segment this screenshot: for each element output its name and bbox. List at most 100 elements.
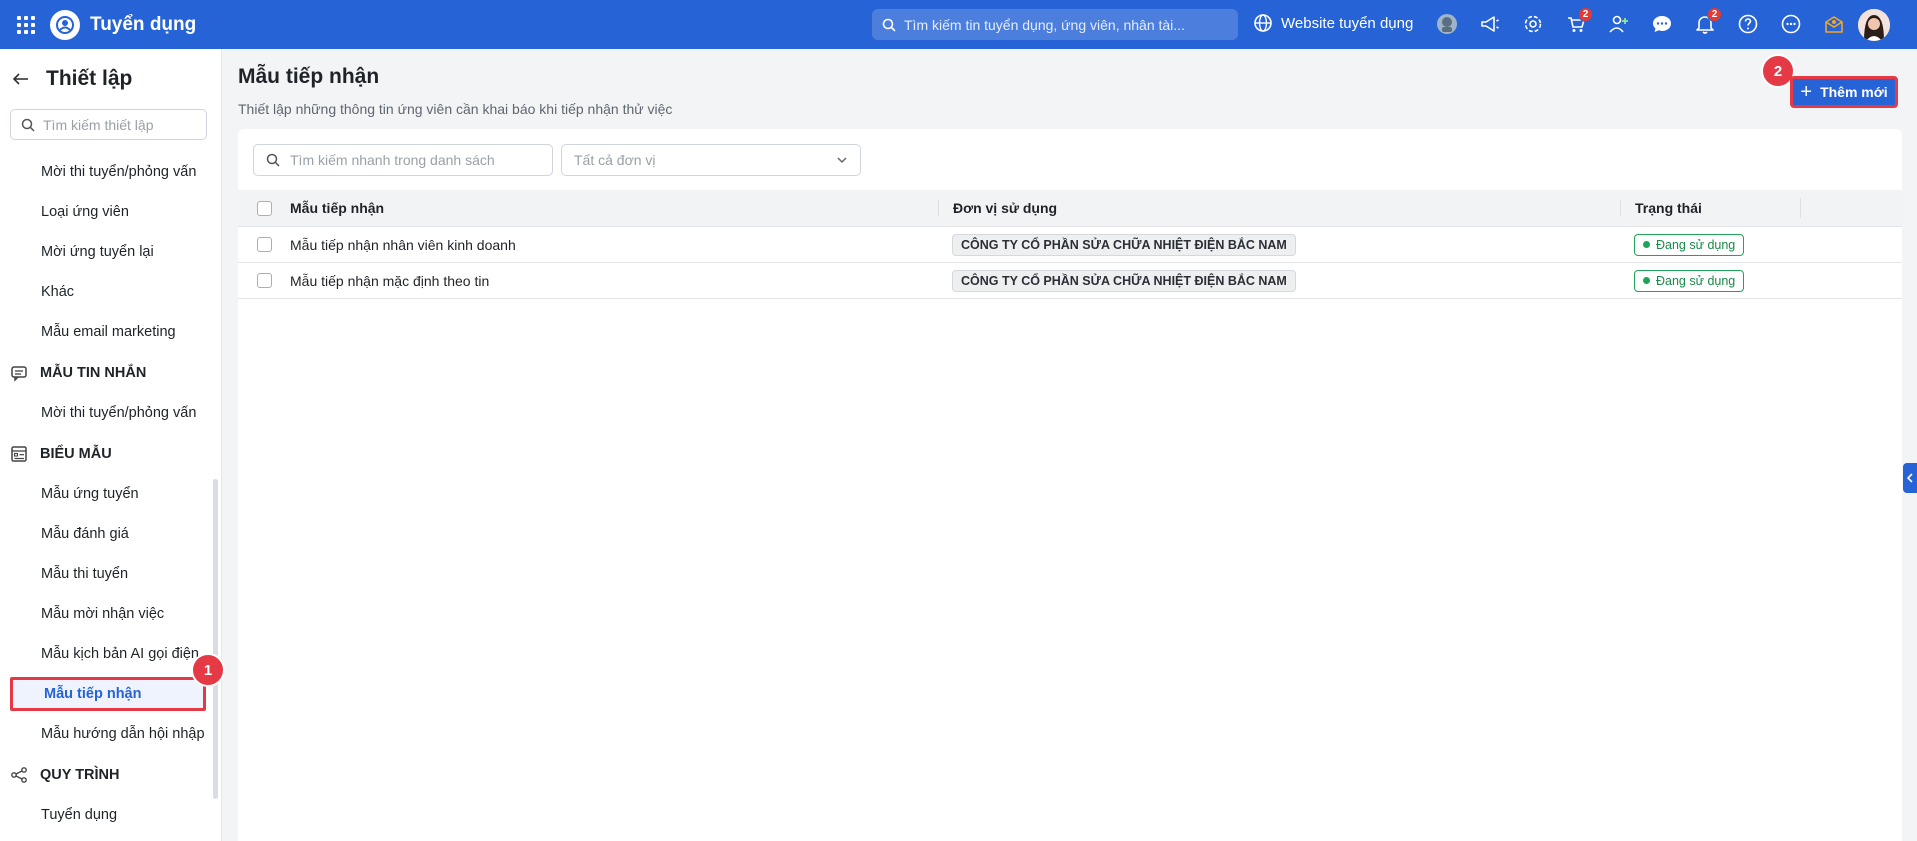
list-search-input[interactable]: Tìm kiếm nhanh trong danh sách (253, 144, 553, 176)
table-row[interactable]: Mẫu tiếp nhận nhân viên kinh doanh CÔNG … (238, 227, 1902, 263)
unit-filter-placeholder: Tất cả đơn vị (574, 152, 656, 168)
robot-avatar-icon[interactable] (1432, 9, 1462, 39)
sidebar-section-label: BIỂU MẪU (40, 445, 112, 462)
sidebar-header: Thiết lập (0, 49, 221, 109)
sidebar-section-messages: MẪU TIN NHẮN (0, 352, 222, 393)
unit-chip: CÔNG TY CỔ PHẦN SỬA CHỮA NHIỆT ĐIỆN BẮC … (952, 269, 1296, 292)
settings-gear-icon[interactable] (1518, 9, 1548, 39)
sidebar-item[interactable]: Mẫu email marketing (0, 312, 210, 352)
select-all-cell (238, 200, 290, 216)
status-dot-icon (1643, 241, 1650, 248)
row-unit-cell: CÔNG TY CỔ PHẦN SỬA CHỮA NHIỆT ĐIỆN BẮC … (938, 233, 1620, 256)
page-title: Mẫu tiếp nhận (238, 65, 380, 88)
list-search-placeholder: Tìm kiếm nhanh trong danh sách (290, 152, 495, 168)
row-name[interactable]: Mẫu tiếp nhận nhân viên kinh doanh (290, 237, 938, 253)
sidebar-item[interactable]: Mẫu ứng tuyển (0, 474, 210, 514)
website-link[interactable]: Website tuyển dụng (1253, 13, 1413, 33)
settings-sidebar: Thiết lập Tìm kiếm thiết lập Mời thi tuy… (0, 49, 225, 841)
sidebar-search-input[interactable]: Tìm kiếm thiết lập (10, 109, 207, 140)
status-dot-icon (1643, 277, 1650, 284)
row-check-cell (238, 273, 290, 288)
list-card: Tìm kiếm nhanh trong danh sách Tất cả đơ… (238, 129, 1902, 841)
unit-chip: CÔNG TY CỔ PHẦN SỬA CHỮA NHIỆT ĐIỆN BẮC … (952, 233, 1296, 256)
cart-badge: 2 (1578, 7, 1593, 22)
main-content: Mẫu tiếp nhận Thiết lập những thông tin … (222, 49, 1917, 841)
page-subtitle: Thiết lập những thông tin ứng viên cần k… (238, 101, 673, 117)
back-arrow-icon[interactable] (10, 68, 32, 90)
sidebar-section-label: QUY TRÌNH (40, 766, 120, 783)
templates-table: Mẫu tiếp nhận Đơn vị sử dụng Trạng thái … (238, 190, 1902, 299)
status-badge: Đang sử dụng (1634, 233, 1745, 256)
sidebar-item[interactable]: Mời thi tuyển/phỏng vấn (0, 393, 210, 433)
more-options-icon[interactable] (1776, 9, 1806, 39)
sidebar-scrollbar[interactable] (213, 479, 218, 799)
select-all-checkbox[interactable] (256, 200, 272, 216)
share-nodes-icon (10, 766, 28, 784)
search-icon (21, 118, 35, 132)
row-unit-cell: CÔNG TY CỔ PHẦN SỬA CHỮA NHIỆT ĐIỆN BẮC … (938, 269, 1620, 292)
sidebar-item[interactable]: Mẫu mời nhận việc (0, 594, 210, 634)
row-name[interactable]: Mẫu tiếp nhận mặc định theo tin (290, 273, 938, 289)
table-row[interactable]: Mẫu tiếp nhận mặc định theo tin CÔNG TY … (238, 263, 1902, 299)
status-badge: Đang sử dụng (1634, 269, 1745, 292)
megaphone-icon[interactable] (1475, 9, 1505, 39)
chevron-left-icon (1906, 473, 1913, 483)
sidebar-item[interactable]: Mẫu đánh giá (0, 514, 210, 554)
search-icon (882, 18, 896, 32)
row-status-cell: Đang sử dụng (1620, 269, 1800, 292)
form-icon (10, 445, 28, 463)
table-header: Mẫu tiếp nhận Đơn vị sử dụng Trạng thái (238, 190, 1902, 227)
sidebar-section-process: QUY TRÌNH (0, 754, 222, 795)
add-new-button[interactable]: + Thêm mới (1790, 76, 1898, 108)
sidebar-search-placeholder: Tìm kiếm thiết lập (43, 116, 154, 133)
app-logo-icon (50, 9, 80, 40)
apps-grid-icon[interactable] (16, 15, 36, 35)
unit-filter-select[interactable]: Tất cả đơn vị (561, 144, 861, 176)
bell-icon[interactable]: 2 (1690, 7, 1722, 39)
sidebar-list: Mời thi tuyển/phỏng vấn Loại ứng viên Mờ… (0, 152, 222, 835)
globe-icon (1254, 14, 1272, 32)
message-icon (10, 364, 28, 382)
row-checkbox[interactable] (256, 237, 272, 252)
sidebar-item[interactable]: Mẫu thi tuyển (0, 554, 210, 594)
column-header-name[interactable]: Mẫu tiếp nhận (290, 200, 938, 216)
sidebar-item[interactable]: Tuyển dụng (0, 795, 210, 835)
user-avatar[interactable] (1858, 9, 1890, 41)
global-search-placeholder: Tìm kiếm tin tuyển dụng, ứng viên, nhân … (904, 16, 1185, 33)
status-label: Đang sử dụng (1656, 273, 1736, 288)
chevron-down-icon (837, 157, 847, 164)
step-1-badge: 1 (191, 653, 225, 687)
gift-mail-icon[interactable] (1819, 9, 1849, 39)
top-icons: 2 2 (1432, 7, 1862, 39)
status-label: Đang sử dụng (1656, 237, 1736, 252)
website-label: Website tuyển dụng (1281, 14, 1414, 32)
chat-icon[interactable] (1647, 9, 1677, 39)
row-checkbox[interactable] (256, 273, 272, 288)
column-header-unit[interactable]: Đơn vị sử dụng (938, 200, 1620, 216)
sidebar-item[interactable]: Mời ứng tuyển lại (0, 232, 210, 272)
sidebar-title: Thiết lập (46, 67, 133, 90)
sidebar-item-active[interactable]: Mẫu tiếp nhận (10, 677, 206, 711)
app-title: Tuyển dụng (90, 13, 197, 35)
sidebar-item[interactable]: Loại ứng viên (0, 192, 210, 232)
sidebar-item[interactable]: Mẫu kịch bản AI gọi điện (0, 634, 210, 674)
help-icon[interactable] (1733, 9, 1763, 39)
row-status-cell: Đang sử dụng (1620, 233, 1800, 256)
add-user-icon[interactable] (1604, 9, 1634, 39)
sidebar-item[interactable]: Mẫu hướng dẫn hội nhập (0, 714, 210, 754)
collapse-panel-tab[interactable] (1903, 463, 1917, 493)
cart-icon[interactable]: 2 (1561, 7, 1593, 39)
global-search-input[interactable]: Tìm kiếm tin tuyển dụng, ứng viên, nhân … (872, 9, 1238, 40)
sidebar-section-label: MẪU TIN NHẮN (40, 364, 147, 381)
search-icon (266, 153, 280, 167)
column-header-spacer (1800, 198, 1902, 218)
add-new-label: Thêm mới (1820, 84, 1888, 100)
sidebar-section-forms: BIỂU MẪU (0, 433, 222, 474)
plus-icon: + (1800, 81, 1813, 103)
sidebar-item[interactable]: Mời thi tuyển/phỏng vấn (0, 152, 210, 192)
notification-badge: 2 (1707, 7, 1722, 22)
row-check-cell (238, 237, 290, 252)
top-bar: Tuyển dụng Tìm kiếm tin tuyển dụng, ứng … (0, 0, 1917, 49)
sidebar-item[interactable]: Khác (0, 272, 210, 312)
column-header-status[interactable]: Trạng thái (1620, 200, 1800, 216)
